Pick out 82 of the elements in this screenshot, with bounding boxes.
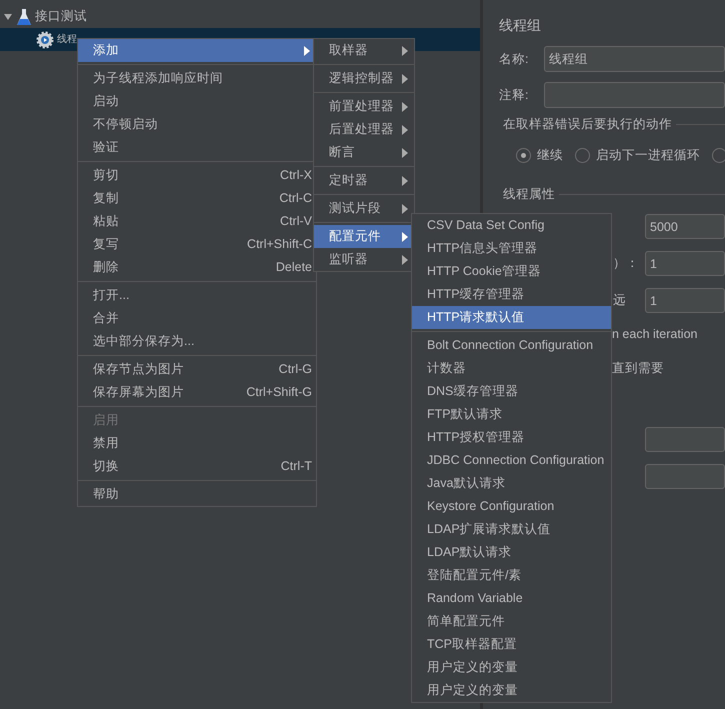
menu-item[interactable]: 监听器 xyxy=(314,248,414,271)
tree-label: 线程 xyxy=(57,34,77,46)
field-label: 名称: xyxy=(499,52,530,66)
menu-item[interactable]: 启动 xyxy=(78,90,316,113)
menu-item[interactable]: 不停顿启动 xyxy=(78,113,316,136)
menu-item[interactable]: 选中部分保存为... xyxy=(78,330,316,353)
menu-item[interactable]: 保存屏幕为图片 Ctrl+Shift-G xyxy=(78,381,316,404)
radio-button[interactable] xyxy=(516,148,531,162)
menu-item[interactable]: 为子线程添加响应时间 xyxy=(78,67,316,90)
menu-item[interactable]: Java默认请求 xyxy=(412,472,611,495)
menu-item[interactable]: FTP默认请求 xyxy=(412,403,611,426)
section-title: 线程属性 xyxy=(503,186,555,202)
flask-icon xyxy=(16,8,32,26)
menu-item[interactable]: 后置处理器 xyxy=(314,118,414,141)
name-field[interactable]: 线程组 xyxy=(544,46,725,72)
menu-item[interactable]: 剪切 Ctrl-X xyxy=(78,164,316,187)
menu-item[interactable]: 逻辑控制器 xyxy=(314,67,414,90)
number-field[interactable]: 5000 xyxy=(645,214,725,239)
radio-label: 启动下一进程循环 xyxy=(596,148,700,162)
menu-item[interactable]: HTTP缓存管理器 xyxy=(412,283,611,306)
menu-item[interactable]: 定时器 xyxy=(314,169,414,192)
menu-item[interactable]: 配置元件 xyxy=(314,225,414,248)
menu-item[interactable]: 计数器 xyxy=(412,357,611,380)
menu-item[interactable]: 用户定义的变量 xyxy=(412,656,611,679)
menu-item[interactable]: 取样器 xyxy=(314,39,414,62)
section-title: 在取样器错误后要执行的动作 xyxy=(503,116,672,132)
shortcut-label: Ctrl-G xyxy=(278,362,313,377)
menu-item[interactable]: 添加 xyxy=(78,39,316,62)
number-field[interactable]: 1 xyxy=(645,288,725,313)
menu-item[interactable]: 禁用 xyxy=(78,432,316,455)
gear-icon xyxy=(36,30,54,48)
menu-item[interactable]: LDAP默认请求 xyxy=(412,541,611,564)
menu-item[interactable]: JDBC Connection Configuration xyxy=(412,449,611,472)
text-field[interactable] xyxy=(645,427,725,452)
menu-item[interactable]: 测试片段 xyxy=(314,197,414,220)
menu-item[interactable]: TCP取样器配置 xyxy=(412,633,611,656)
shortcut-label: Ctrl-X xyxy=(280,168,313,183)
menu-item[interactable]: Keystore Configuration xyxy=(412,495,611,518)
shortcut-label: Ctrl-V xyxy=(280,214,313,229)
menu-item[interactable]: 简单配置元件 xyxy=(412,610,611,633)
shortcut-label: Ctrl-C xyxy=(279,191,313,206)
menu-item[interactable]: DNS缓存管理器 xyxy=(412,380,611,403)
menu-item[interactable]: Bolt Connection Configuration xyxy=(412,334,611,357)
menu-item[interactable]: 用户定义的变量 xyxy=(412,679,611,702)
tree-item[interactable]: 接口测试 xyxy=(0,5,480,28)
menu-item[interactable]: LDAP扩展请求默认值 xyxy=(412,518,611,541)
number-field[interactable]: 1 xyxy=(645,251,725,276)
menu-item[interactable]: 前置处理器 xyxy=(314,95,414,118)
text-field[interactable] xyxy=(645,464,725,489)
menu-item[interactable]: 帮助 xyxy=(78,483,316,506)
radio-button[interactable] xyxy=(712,148,725,162)
menu-item[interactable]: 登陆配置元件/素 xyxy=(412,564,611,587)
comment-field[interactable] xyxy=(544,82,725,108)
field-label: 注释: xyxy=(499,88,530,102)
field-label: 远 xyxy=(613,293,626,307)
menu-item[interactable]: CSV Data Set Config xyxy=(412,214,611,237)
panel-title: 线程组 xyxy=(499,16,542,35)
menu-item[interactable]: HTTP请求默认值 xyxy=(412,306,611,329)
menu-item[interactable]: 切换 Ctrl-T xyxy=(78,455,316,478)
shortcut-label: Delete xyxy=(276,260,313,275)
shortcut-label: Ctrl-T xyxy=(280,459,313,474)
menu-item[interactable]: 打开... xyxy=(78,284,316,307)
radio-label: 继续 xyxy=(537,148,563,162)
menu-item[interactable]: 保存节点为图片 Ctrl-G xyxy=(78,358,316,381)
field-label: ）： xyxy=(613,256,639,270)
menu-item[interactable]: 复制 Ctrl-C xyxy=(78,187,316,210)
shortcut-label: Ctrl+Shift-C xyxy=(247,237,313,252)
menu-item[interactable]: 粘贴 Ctrl-V xyxy=(78,210,316,233)
menu-item[interactable]: HTTP信息头管理器 xyxy=(412,237,611,260)
menu-item[interactable]: 合并 xyxy=(78,307,316,330)
menu-item[interactable]: 删除 Delete xyxy=(78,256,316,279)
menu-item[interactable]: Random Variable xyxy=(412,587,611,610)
radio-button[interactable] xyxy=(575,148,590,162)
option-label: n each iteration xyxy=(612,327,698,343)
tree-label: 接口测试 xyxy=(35,9,87,24)
menu-item[interactable]: 断言 xyxy=(314,141,414,164)
shortcut-label: Ctrl+Shift-G xyxy=(246,385,313,400)
menu-item[interactable]: HTTP授权管理器 xyxy=(412,426,611,449)
menu-item[interactable]: 验证 xyxy=(78,136,316,159)
menu-item[interactable]: 复写 Ctrl+Shift-C xyxy=(78,233,316,256)
option-label: 直到需要 xyxy=(612,361,664,377)
menu-item[interactable]: HTTP Cookie管理器 xyxy=(412,260,611,283)
